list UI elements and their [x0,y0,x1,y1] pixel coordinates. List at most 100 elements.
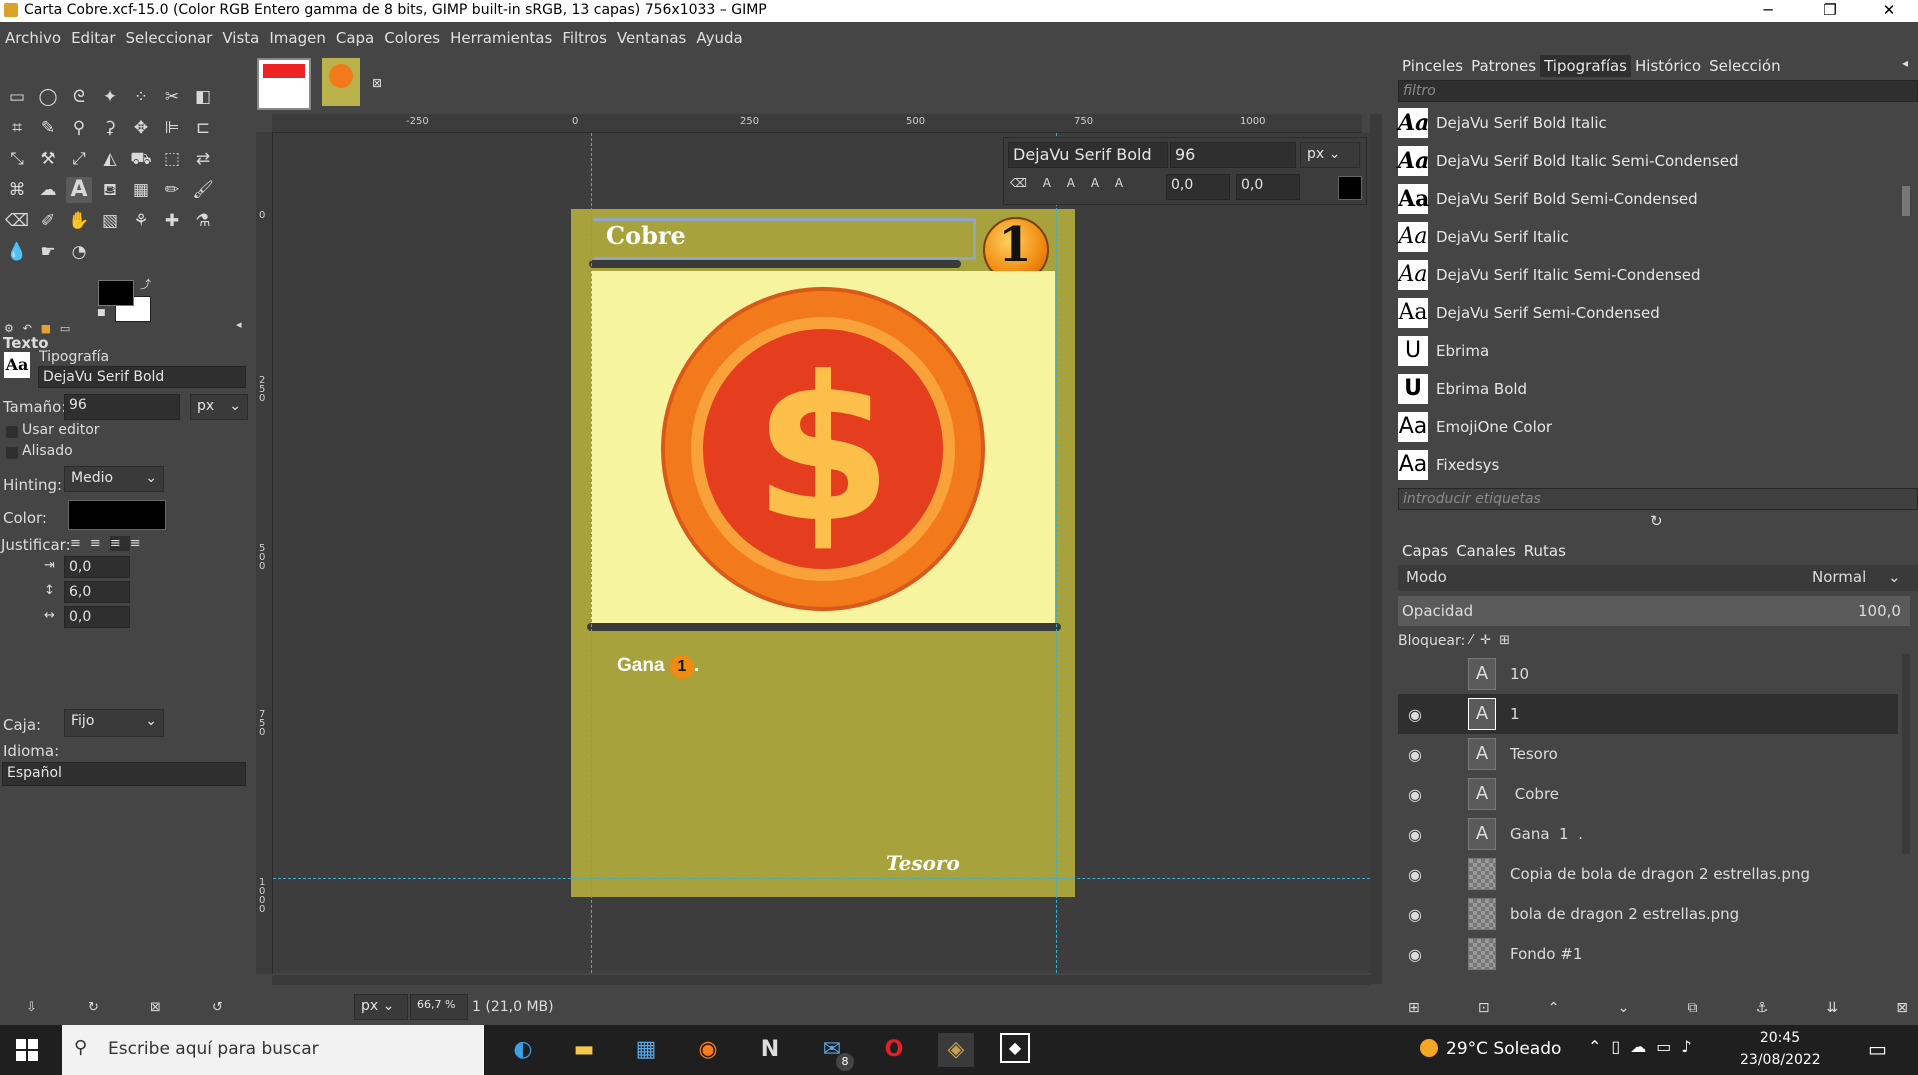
layer-row[interactable]: A 10 [1398,654,1898,694]
notifications-icon[interactable]: ▭ [1868,1037,1887,1061]
clock-date[interactable]: 23/08/2022 [1740,1052,1821,1068]
font-list-item[interactable]: U Ebrima [1390,332,1900,370]
raise-layer-icon[interactable]: ⌃ [1548,1000,1560,1016]
tab-rutas[interactable]: Rutas [1520,540,1570,562]
justify-left-icon[interactable]: ≡ [70,536,90,551]
otb-unit-select[interactable]: px ⌄ [1300,142,1360,168]
use-editor-checkbox[interactable] [6,426,18,438]
cage-icon[interactable]: ⛟ [128,146,154,172]
font-list-item[interactable]: Aa DejaVu Serif Bold Italic [1390,104,1900,142]
eye-icon[interactable]: ◉ [1408,745,1428,764]
flip-icon[interactable]: ⇄ [190,146,216,172]
anchor-layer-icon[interactable]: ⚓ [1756,1000,1769,1016]
foreground-select-icon[interactable]: ◧ [190,84,216,110]
minimize-button[interactable]: ─ [1745,0,1791,22]
ink-icon[interactable]: ✋ [66,208,92,234]
unified-transform-icon[interactable]: ⤡ [4,146,30,172]
firefox-icon[interactable]: ◉ [690,1033,726,1067]
dock-menu-icon[interactable]: ◂ [1902,56,1908,70]
menu-herramientas[interactable]: Herramientas [445,26,557,50]
scissors-icon[interactable]: ✂ [159,84,185,110]
guide-vertical[interactable] [1056,133,1057,973]
eye-icon[interactable]: ◉ [1408,865,1428,884]
bucket-fill-icon[interactable]: ⛾ [97,177,123,203]
zoom-select[interactable]: 66,7 % [410,994,468,1020]
hinting-select[interactable]: Medio ⌄ [64,466,164,492]
color-picker-icon[interactable]: ✎ [35,115,61,141]
lower-layer-icon[interactable]: ⌄ [1618,1000,1630,1016]
layer-row[interactable]: ◉ A Cobre [1398,774,1898,814]
layer-row[interactable]: ◉ bola de dragon 2 estrellas.png [1398,894,1898,934]
menu-filtros[interactable]: Filtros [557,26,612,50]
eraser-icon[interactable]: ⌫ [4,208,30,234]
eye-icon[interactable]: ◉ [1408,705,1428,724]
blur-icon[interactable]: 💧 [4,239,30,265]
shear-icon[interactable]: ◭ [97,146,123,172]
letter-spacing-field[interactable]: 0,0 [64,606,130,628]
font-preview-icon[interactable]: Aa [4,352,30,378]
menu-imagen[interactable]: Imagen [264,26,330,50]
fuzzy-select-icon[interactable]: ✦ [97,84,123,110]
crop-tool-icon[interactable]: ⊏ [190,115,216,141]
ellipse-select-icon[interactable]: ◯ [35,84,61,110]
tab-patrones[interactable]: Patrones [1467,55,1540,77]
tab-capas[interactable]: Capas [1398,540,1452,562]
mypaint-brush-icon[interactable]: ▧ [97,208,123,234]
default-colors-icon[interactable]: ■ [97,308,106,318]
font-list-item[interactable]: Aa EmojiOne Color [1390,408,1900,446]
status-unit-select[interactable]: px ⌄ [354,994,408,1020]
delete-layer-icon[interactable]: ⊠ [1896,1000,1908,1016]
smudge-icon[interactable]: ☛ [35,239,61,265]
menu-vista[interactable]: Vista [217,26,264,50]
antialias-checkbox[interactable] [6,447,18,459]
menu-seleccionar[interactable]: Seleccionar [121,26,218,50]
guide-horizontal[interactable] [273,878,1370,879]
tags-input[interactable]: introducir etiquetas [1398,488,1918,510]
edge-icon[interactable]: ◐ [505,1033,541,1067]
handle-transform-icon[interactable]: ⤢ [66,146,92,172]
otb-kerning-field[interactable]: 0,0 [1236,174,1300,200]
foreground-color-swatch[interactable] [98,280,134,306]
perspective-clone-icon[interactable]: ⚗ [190,208,216,234]
duplicate-layer-icon[interactable]: ⧉ [1688,1000,1698,1016]
justify-right-icon[interactable]: ≡ [90,536,110,551]
font-list-item[interactable]: Aa Fixedsys [1390,446,1900,484]
windows-start-icon[interactable] [16,1039,38,1061]
menu-editar[interactable]: Editar [66,26,120,50]
layer-row[interactable]: ◉ A Gana 1 . [1398,814,1898,854]
tab-canales[interactable]: Canales [1452,540,1520,562]
dodge-burn-icon[interactable]: ◔ [66,239,92,265]
merge-layer-icon[interactable]: ⇊ [1826,1000,1838,1016]
close-button[interactable]: ✕ [1866,0,1912,22]
taskbar-search-box[interactable]: ⚲ Escribe aquí para buscar [62,1025,484,1075]
weather-text[interactable]: 29°C Soleado [1446,1039,1561,1059]
swap-colors-icon[interactable]: ⤴ [140,276,151,292]
font-list-item[interactable]: Aa DejaVu Serif Semi-Condensed [1390,294,1900,332]
lasso-icon[interactable]: ᘓ [66,84,92,110]
font-list-item[interactable]: Aa DejaVu Serif Italic [1390,218,1900,256]
tab-pinceles[interactable]: Pinceles [1398,55,1467,77]
menu-capa[interactable]: Capa [331,26,379,50]
layer-row[interactable]: ◉ Copia de bola de dragon 2 estrellas.png [1398,854,1898,894]
language-field[interactable]: Español [2,762,246,786]
font-list-item[interactable]: Aa DejaVu Serif Bold Italic Semi-Condense… [1390,142,1900,180]
eye-icon[interactable]: ◉ [1408,785,1428,804]
vertical-scrollbar[interactable] [1370,114,1382,984]
tab-seleccion[interactable]: Selección [1705,55,1785,77]
size-field[interactable]: 96 [64,394,180,420]
otb-baseline-field[interactable]: 0,0 [1166,174,1230,200]
box-select[interactable]: Fijo ⌄ [64,709,164,737]
warp-transform-icon[interactable]: ☁ [35,177,61,203]
file-explorer-icon[interactable]: ▬ [566,1033,602,1067]
image-tab-thumbnail-1[interactable] [257,58,311,110]
delete-options-icon[interactable]: ⊠ [150,1000,161,1015]
text-tool-icon[interactable]: A [66,177,92,203]
layer-row[interactable]: ◉ Fondo #1 [1398,934,1898,974]
otb-color-button[interactable] [1338,176,1362,200]
justify-center-icon[interactable]: ≡ [109,536,130,551]
font-list-item[interactable]: U Ebrima Bold [1390,370,1900,408]
store-icon[interactable]: ▦ [628,1033,664,1067]
crop-icon[interactable]: ⌗ [4,115,30,141]
gimp-taskbar-icon[interactable]: ◈ [938,1033,974,1067]
font-list-scrollbar[interactable] [1902,186,1910,216]
